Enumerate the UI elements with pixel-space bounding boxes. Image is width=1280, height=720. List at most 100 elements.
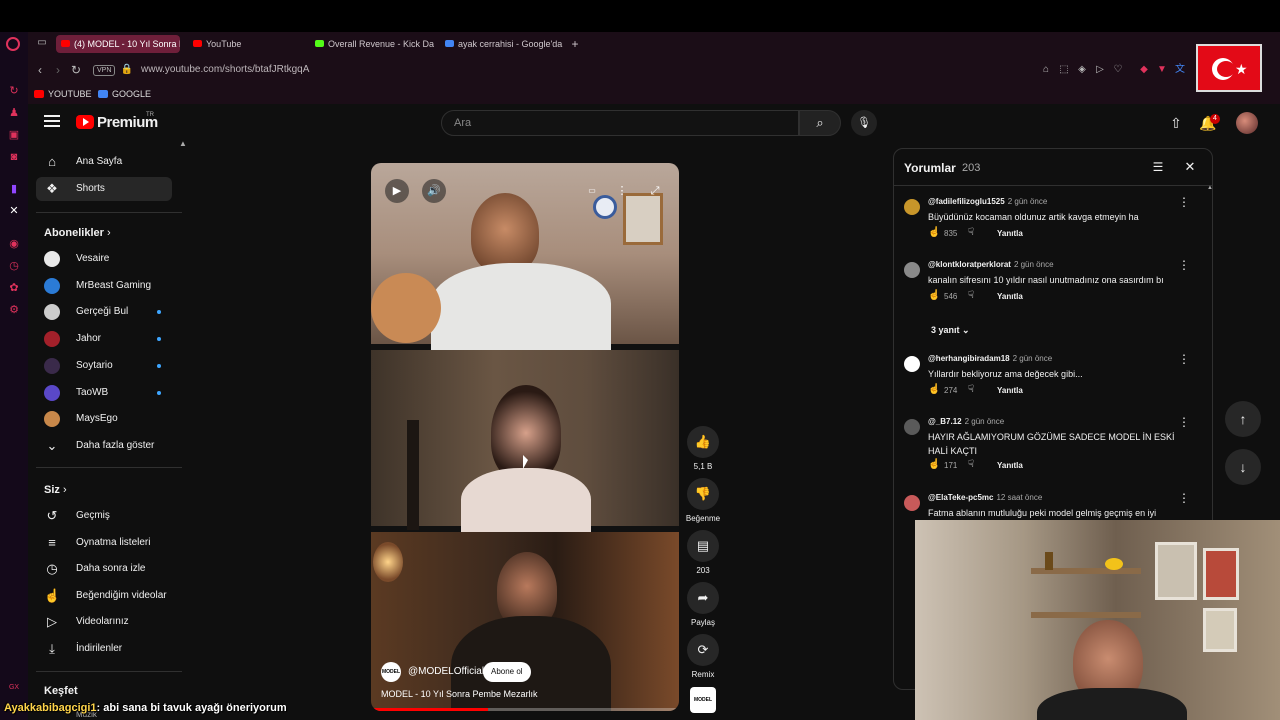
comment-dislike-icon[interactable]: ☟ xyxy=(968,290,974,301)
comment-more-icon[interactable]: ⋮ xyxy=(1178,415,1190,429)
reload-icon[interactable]: ↻ xyxy=(69,63,83,77)
sidebar-x-icon[interactable]: ✕ xyxy=(7,204,21,218)
like-button[interactable]: 👍 xyxy=(687,426,719,458)
sidebar-item-playlists[interactable]: ≡ Oynatma listeleri xyxy=(36,531,172,555)
browser-tab[interactable]: (4) MODEL - 10 Yıl Sonra P xyxy=(56,35,180,53)
comment-avatar[interactable] xyxy=(904,262,920,278)
comment-like-icon[interactable]: ☝ xyxy=(928,384,940,395)
pin-icon[interactable]: ⌂ xyxy=(1040,64,1052,76)
account-avatar[interactable] xyxy=(1236,112,1258,134)
sidebar-extensions-icon[interactable]: ✿ xyxy=(7,281,21,295)
sidebar-history-icon[interactable]: ↻ xyxy=(7,84,21,98)
browser-logo-icon[interactable] xyxy=(6,37,20,51)
sidebar-settings-icon[interactable]: ⚙ xyxy=(7,303,21,317)
comment-author[interactable]: @_B7.12 2 gün önce xyxy=(928,417,1004,426)
sidebar-item-downloads[interactable]: ⤓ İndirilenler xyxy=(36,637,172,661)
subscription-item[interactable]: Vesaire xyxy=(36,247,172,271)
comment-like-icon[interactable]: ☝ xyxy=(928,459,940,470)
snapshot-icon[interactable]: ⬚ xyxy=(1058,64,1070,76)
sidebar-aria-icon[interactable]: ♟ xyxy=(7,106,21,120)
comment-author[interactable]: @klontkloratperklorat 2 gün önce xyxy=(928,260,1054,269)
subscribe-button[interactable]: Abone ol xyxy=(483,662,531,682)
url-field[interactable]: www.youtube.com/shorts/btafJRtkgqA xyxy=(141,63,309,77)
extension-icon[interactable]: ▼ xyxy=(1156,64,1168,76)
share-button[interactable]: ➦ xyxy=(687,582,719,614)
bookmark-item[interactable]: GOOGLE xyxy=(98,87,151,101)
comment-more-icon[interactable]: ⋮ xyxy=(1178,195,1190,209)
comment-reply-button[interactable]: Yanıtla xyxy=(997,292,1023,301)
comment-author[interactable]: @fadilefilizoglu1525 2 gün önce xyxy=(928,197,1047,206)
sidebar-messenger-icon[interactable]: ◙ xyxy=(7,150,21,164)
you-heading[interactable]: Siz › xyxy=(44,484,67,496)
remix-button[interactable]: ⟳ xyxy=(687,634,719,666)
scroll-up-icon[interactable]: ▲ xyxy=(1207,185,1212,191)
subscription-item[interactable]: MaysEgo xyxy=(36,407,172,431)
comment-more-icon[interactable]: ⋮ xyxy=(1178,352,1190,366)
back-icon[interactable]: ‹ xyxy=(33,63,47,77)
channel-avatar[interactable]: MODEL xyxy=(381,662,401,682)
sidebar-item-history[interactable]: ↺ Geçmiş xyxy=(36,504,172,528)
comment-avatar[interactable] xyxy=(904,419,920,435)
shield-icon[interactable]: ◈ xyxy=(1076,64,1088,76)
fullscreen-button[interactable]: ⤢ xyxy=(645,181,665,201)
comment-author[interactable]: @herhangibiradam18 2 gün önce xyxy=(928,354,1052,363)
subscription-item[interactable]: Soytario xyxy=(36,354,172,378)
replies-toggle[interactable]: 3 yanıt ⌄ xyxy=(931,325,970,336)
youtube-logo-icon[interactable] xyxy=(76,115,94,129)
comment-avatar[interactable] xyxy=(904,356,920,372)
comment-author[interactable]: @ElaTeke-pc5mc 12 saat önce xyxy=(928,493,1042,502)
comment-reply-button[interactable]: Yanıtla xyxy=(997,386,1023,395)
search-input[interactable]: Ara xyxy=(441,110,799,136)
bookmark-item[interactable]: YOUTUBE xyxy=(34,87,92,101)
captions-button[interactable]: ▭ xyxy=(582,181,602,201)
voice-search-button[interactable]: 🎙 xyxy=(851,110,877,136)
close-comments-button[interactable]: ✕ xyxy=(1182,159,1198,175)
translate-icon[interactable]: 文 xyxy=(1174,64,1186,76)
video-progress-bar[interactable] xyxy=(371,708,679,711)
browser-tab[interactable]: YouTube xyxy=(188,35,306,53)
shorts-video-player[interactable]: ▶ 🔊 ▭ ⋮ ⤢ MODEL @MODELOfficial Abone ol … xyxy=(371,163,679,711)
new-tab-button[interactable]: + xyxy=(568,35,582,53)
sidebar-messages-icon[interactable]: ▣ xyxy=(7,128,21,142)
sidebar-gx-icon[interactable]: GX xyxy=(7,681,21,695)
channel-name[interactable]: @MODELOfficial xyxy=(408,666,484,677)
subscription-item[interactable]: MrBeast Gaming xyxy=(36,274,172,298)
comment-more-icon[interactable]: ⋮ xyxy=(1178,491,1190,505)
play-button[interactable]: ▶ xyxy=(385,179,409,203)
browser-tab[interactable]: Overall Revenue - Kick Da xyxy=(310,35,434,53)
volume-button[interactable]: 🔊 xyxy=(422,179,446,203)
abp-extension-icon[interactable]: ◆ xyxy=(1138,64,1150,76)
sidebar-item-your-videos[interactable]: ▷ Videolarınız xyxy=(36,610,172,634)
comment-dislike-icon[interactable]: ☟ xyxy=(968,384,974,395)
heart-icon[interactable]: ♡ xyxy=(1112,64,1124,76)
subscription-item[interactable]: Jahor xyxy=(36,327,172,351)
comment-avatar[interactable] xyxy=(904,495,920,511)
sidebar-twitch-icon[interactable]: ▮ xyxy=(7,182,21,196)
comments-button[interactable]: ▤ xyxy=(687,530,719,562)
play-icon[interactable]: ▷ xyxy=(1094,64,1106,76)
previous-short-button[interactable]: ↑ xyxy=(1225,401,1261,437)
tab-overview-icon[interactable]: ▭ xyxy=(35,37,49,51)
subscription-item[interactable]: TaoWB xyxy=(36,381,172,405)
next-short-button[interactable]: ↓ xyxy=(1225,449,1261,485)
sidebar-item-liked-videos[interactable]: ☝ Beğendiğim videolar xyxy=(36,584,172,608)
comment-dislike-icon[interactable]: ☟ xyxy=(968,459,974,470)
sidebar-item-ana-sayfa[interactable]: ⌂ Ana Sayfa xyxy=(36,150,172,174)
sidebar-clock-icon[interactable]: ◷ xyxy=(7,259,21,273)
subscription-item[interactable]: Gerçeği Bul xyxy=(36,300,172,324)
menu-icon[interactable] xyxy=(44,115,60,129)
sidebar-item-shorts[interactable]: ❖ Shorts xyxy=(36,177,172,201)
sidebar-item-watch-later[interactable]: ◷ Daha sonra izle xyxy=(36,557,172,581)
comment-reply-button[interactable]: Yanıtla xyxy=(997,229,1023,238)
sort-button[interactable]: ☰ xyxy=(1150,159,1166,175)
vpn-badge[interactable]: VPN xyxy=(93,65,116,76)
scroll-up-caret-icon[interactable]: ▲ xyxy=(179,139,187,148)
search-button[interactable]: ⌕ xyxy=(799,110,841,136)
sidebar-player-icon[interactable]: ◉ xyxy=(7,237,21,251)
comment-reply-button[interactable]: Yanıtla xyxy=(997,461,1023,470)
comment-avatar[interactable] xyxy=(904,199,920,215)
comment-more-icon[interactable]: ⋮ xyxy=(1178,258,1190,272)
video-title[interactable]: MODEL - 10 Yıl Sonra Pembe Mezarlık xyxy=(381,689,538,699)
comment-dislike-icon[interactable]: ☟ xyxy=(968,227,974,238)
forward-icon[interactable]: › xyxy=(51,63,65,77)
